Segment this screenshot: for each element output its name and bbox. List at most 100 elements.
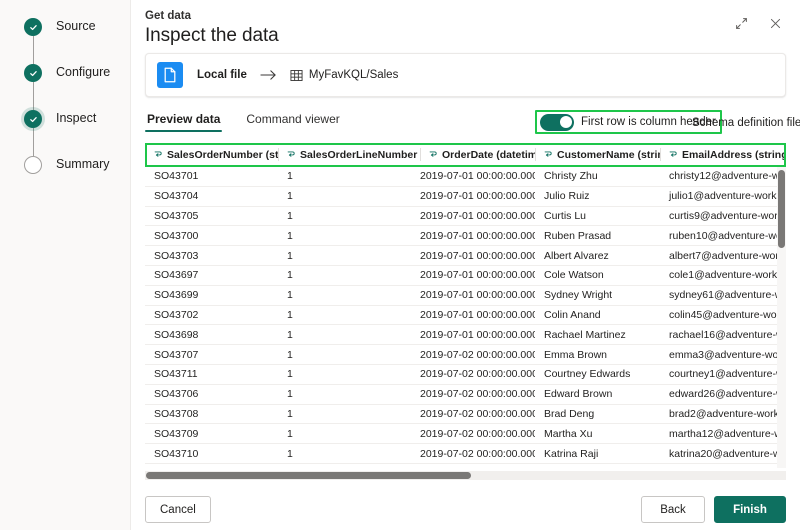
column-header-3[interactable]: CustomerName (string) [535,143,660,166]
table-cell: SO43710 [154,447,199,460]
column-header-label: SalesOrderLineNumber (long) [300,148,420,161]
table-cell: julio1@adventure-works.c [669,190,786,203]
table-cell: 2019-07-01 00:00:00.0000 [420,328,535,341]
back-button[interactable]: Back [641,496,705,523]
step-check-icon [24,64,42,82]
stepper-item-label: Summary [56,157,110,171]
stepper-connector [32,82,34,110]
toggle-knob [559,116,572,128]
table-cell: SO43711 [154,368,198,381]
column-header-0[interactable]: SalesOrderNumber (string) [145,143,278,166]
table-row[interactable]: SO43698 1 2019-07-01 00:00:00.0000 Rachael … [145,325,786,346]
file-document-icon [157,62,183,88]
table-cell: Curtis Lu [544,209,587,222]
table-cell: SO43703 [154,249,199,262]
stepper-item-source[interactable]: Source [24,17,124,64]
table-cell: 1 [287,447,293,460]
schema-definition-label: Schema definition file: [692,117,800,129]
table-cell: katrina20@adventure-wor [669,447,786,460]
column-header-2[interactable]: OrderDate (datetime) [420,143,535,166]
expand-diagonal-icon[interactable] [728,10,754,36]
table-cell: 2019-07-02 00:00:00.0000 [420,427,535,440]
table-cell: Albert Alvarez [544,249,609,262]
finish-button[interactable]: Finish [714,496,786,523]
table-cell: 1 [287,209,293,222]
tab-list: Preview data Command viewer [145,108,364,138]
table-row[interactable]: SO43705 1 2019-07-01 00:00:00.0000 Curtis L… [145,207,786,227]
table-row[interactable]: SO43700 1 2019-07-01 00:00:00.0000 Ruben Pr… [145,226,786,247]
table-row[interactable]: SO43706 1 2019-07-02 00:00:00.0000 Edward B… [145,385,786,405]
table-cell: Courtney Edwards [544,368,631,381]
column-header-label: EmailAddress (string) [682,148,786,161]
table-cell: Emma Brown [544,348,608,361]
table-cell: 2019-07-02 00:00:00.0000 [420,447,535,460]
table-cell: 1 [287,308,293,321]
stepper-item-inspect[interactable]: Inspect [24,109,124,156]
table-cell: 1 [287,328,293,341]
table-cell: Brad Deng [544,407,595,420]
table-row[interactable]: SO43704 1 2019-07-01 00:00:00.0000 Julio Ru… [145,187,786,207]
table-row[interactable]: SO43710 1 2019-07-02 00:00:00.0000 Katrina … [145,444,786,464]
table-header-row: SalesOrderNumber (string) SalesOrderLineN… [145,143,786,167]
table-cell: 1 [287,249,293,262]
vertical-scrollbar[interactable] [777,167,786,468]
horizontal-scrollbar[interactable] [145,471,786,480]
table-cell: brad2@adventure-works.c [669,407,786,420]
table-cell: 1 [287,407,293,420]
table-cell: 1 [287,427,293,440]
table-row[interactable]: SO43711 1 2019-07-02 00:00:00.0000 Courtney… [145,365,786,385]
table-cell: emma3@adventure-works [669,348,786,361]
table-cell: sydney61@adventure-wor [669,289,786,302]
step-check-icon [24,18,42,36]
string-type-icon [544,150,553,159]
tab-command-viewer[interactable]: Command viewer [244,108,341,132]
window-controls [728,10,788,36]
table-row[interactable]: SO43707 1 2019-07-02 00:00:00.0000 Emma Bro… [145,345,786,365]
table-cell: Sydney Wright [544,289,613,302]
table-row[interactable]: SO43702 1 2019-07-01 00:00:00.0000 Colin An… [145,306,786,326]
cancel-button[interactable]: Cancel [145,496,211,523]
horizontal-scrollbar-thumb[interactable] [146,472,471,479]
table-grid-icon [290,69,303,82]
table-row[interactable]: SO43697 1 2019-07-01 00:00:00.0000 Cole Wat… [145,266,786,286]
table-cell: 2019-07-01 00:00:00.0000 [420,269,535,282]
table-cell: 2019-07-01 00:00:00.0000 [420,190,535,203]
string-type-icon [669,150,678,159]
vertical-scrollbar-thumb[interactable] [778,170,785,248]
table-cell: 1 [287,170,293,183]
column-header-label: CustomerName (string) [557,148,660,161]
table-cell: ruben10@adventure-work [669,229,786,242]
table-row[interactable]: SO43708 1 2019-07-02 00:00:00.0000 Brad Den… [145,405,786,425]
schema-definition-group: Schema definition file: sales.csv ⋯ [692,113,800,133]
stepper-item-configure[interactable]: Configure [24,63,124,110]
close-icon[interactable] [762,10,788,36]
table-cell: SO43701 [154,170,199,183]
table-row[interactable]: SO43699 1 2019-07-01 00:00:00.0000 Sydney W… [145,286,786,306]
table-cell: SO43708 [154,407,199,420]
stepper-connector [32,36,34,64]
table-cell: albert7@adventure-works [669,249,786,262]
step-check-icon [24,110,42,128]
tab-preview-data[interactable]: Preview data [145,108,223,132]
column-header-1[interactable]: SalesOrderLineNumber (long) [278,143,420,166]
table-cell: 2019-07-01 00:00:00.0000 [420,229,535,242]
dialog-eyebrow: Get data [145,10,192,22]
table-row[interactable]: SO43709 1 2019-07-02 00:00:00.0000 Martha X… [145,424,786,445]
dialog-body: Get data Inspect the data Local file MyF… [131,0,800,530]
table-cell: colin45@adventure-works [669,308,786,321]
table-row[interactable]: SO43703 1 2019-07-01 00:00:00.0000 Albert A… [145,246,786,266]
table-cell: 1 [287,388,293,401]
stepper-item-label: Source [56,19,96,33]
table-cell: 1 [287,229,293,242]
table-row[interactable]: SO43701 1 2019-07-01 00:00:00.0000 Christy … [145,167,786,187]
stepper-item-summary[interactable]: Summary [24,155,124,201]
wizard-stepper: Source Configure Inspect Summary [24,17,124,201]
table-cell: curtis9@adventure-works. [669,209,786,222]
table-cell: 2019-07-02 00:00:00.0000 [420,407,535,420]
column-header-4[interactable]: EmailAddress (string) [660,143,786,166]
page-title: Inspect the data [145,25,279,46]
first-row-header-toggle[interactable] [540,113,574,131]
column-header-label: OrderDate (datetime) [442,148,535,161]
table-cell: martha12@adventure-wor [669,427,786,440]
table-cell: SO43704 [154,190,199,203]
